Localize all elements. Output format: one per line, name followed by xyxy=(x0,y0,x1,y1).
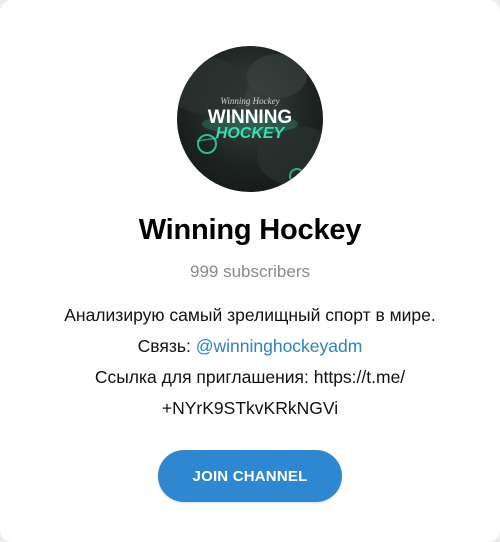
avatar-script-text: Winning Hockey xyxy=(220,96,279,106)
description-line-3: Ссылка для приглашения: https://t.me/ xyxy=(94,367,406,387)
channel-avatar: Winning Hockey WINNING HOCKEY xyxy=(177,46,323,192)
subscriber-count: 999 subscribers xyxy=(189,262,310,281)
channel-description: Анализирую самый зрелищный спорт в мире.… xyxy=(20,300,480,424)
channel-preview-card: Winning Hockey WINNING HOCKEY Winning Ho… xyxy=(0,0,500,542)
contact-label: Связь: xyxy=(137,336,196,356)
description-line-2: Связь: @winninghockeyadm xyxy=(20,331,480,362)
avatar-logo-line2: HOCKEY xyxy=(216,125,286,142)
join-channel-button[interactable]: JOIN CHANNEL xyxy=(158,450,342,502)
description-line-1: Анализирую самый зрелищный спорт в мире. xyxy=(64,305,436,325)
winning-hockey-logo: Winning Hockey WINNING HOCKEY xyxy=(177,54,323,186)
channel-title: Winning Hockey xyxy=(138,214,362,246)
description-line-4: +NYrK9STkvKRkNGVi xyxy=(161,398,339,418)
contact-link[interactable]: @winninghockeyadm xyxy=(196,336,363,356)
